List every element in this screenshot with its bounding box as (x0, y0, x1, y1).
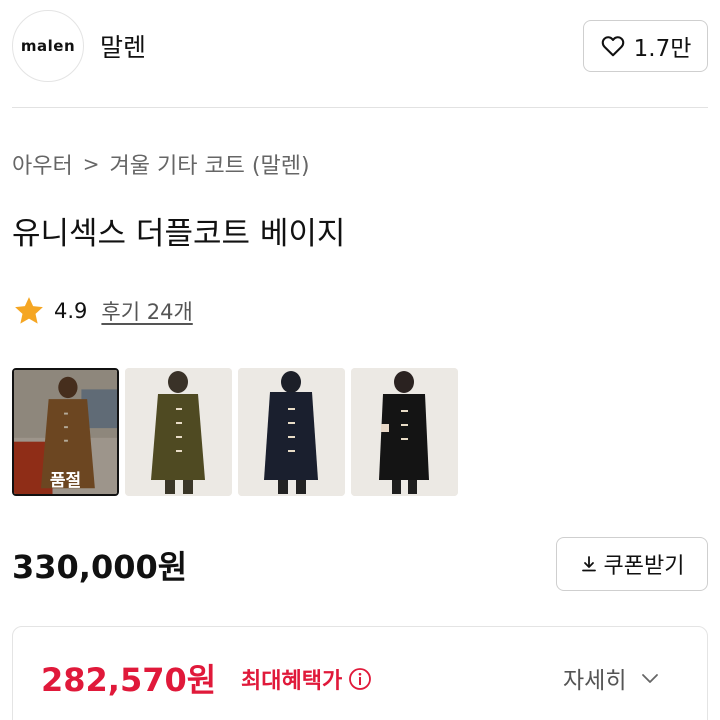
breadcrumb: 아우터 > 겨울 기타 코트 (말렌) (12, 148, 310, 180)
thumbnail-2[interactable] (125, 368, 232, 496)
coupon-button[interactable]: 쿠폰받기 (556, 537, 708, 591)
rating-score: 4.9 (54, 299, 88, 323)
detail-toggle-label: 자세히 (563, 668, 627, 694)
thumbnail-4[interactable] (351, 368, 458, 496)
thumbnail-strip: 품절 (12, 368, 458, 496)
max-benefit-label: 최대혜택가 (241, 663, 372, 695)
like-button[interactable]: 1.7만 (583, 20, 708, 72)
breadcrumb-item-outer[interactable]: 아우터 (12, 148, 73, 180)
thumbnail-3[interactable] (238, 368, 345, 496)
product-photo (351, 368, 458, 496)
brand-name[interactable]: 말렌 (100, 28, 146, 64)
original-price: 330,000원 (12, 548, 188, 586)
breadcrumb-item-category[interactable]: 겨울 기타 코트 (말렌) (110, 148, 310, 180)
chevron-down-icon (642, 674, 659, 683)
max-benefit-price: 282,570원 (41, 661, 217, 699)
divider (12, 107, 708, 108)
download-icon (581, 556, 596, 572)
product-title: 유니섹스 더플코트 베이지 (12, 216, 346, 252)
breadcrumb-separator: > (82, 152, 100, 176)
star-icon (15, 297, 43, 324)
heart-icon (601, 36, 624, 57)
product-photo (125, 368, 232, 496)
max-benefit-label-text: 최대혜택가 (241, 669, 343, 694)
thumbnail-1[interactable]: 품절 (12, 368, 119, 496)
review-count-link[interactable]: 후기 24개 (101, 296, 192, 326)
max-benefit-box[interactable]: 282,570원 최대혜택가 자세히 (12, 626, 708, 720)
brand-logo[interactable]: malen (12, 10, 84, 82)
brand-bar: malen 말렌 1.7만 (0, 0, 720, 108)
rating: 4.9 후기 24개 (12, 294, 193, 328)
info-icon[interactable] (348, 667, 372, 691)
coupon-button-label: 쿠폰받기 (603, 554, 685, 579)
brand-logo-text: malen (20, 37, 76, 55)
detail-toggle[interactable]: 자세히 (563, 661, 660, 695)
product-photo (238, 368, 345, 496)
like-count: 1.7만 (633, 36, 692, 62)
sold-out-label: 품절 (49, 471, 82, 491)
